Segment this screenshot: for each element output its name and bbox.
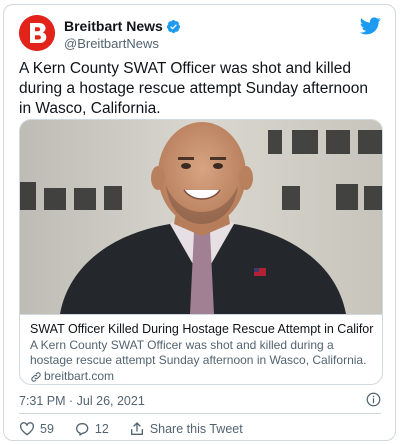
- card-body[interactable]: SWAT Officer Killed During Hostage Rescu…: [20, 314, 382, 384]
- info-icon[interactable]: [366, 392, 381, 407]
- reply-icon: [75, 423, 89, 436]
- twitter-bird-icon[interactable]: [360, 17, 381, 35]
- display-name-text: Breitbart News: [64, 18, 163, 34]
- card-domain[interactable]: breitbart.com: [30, 369, 374, 384]
- card-description: A Kern County SWAT Officer was shot and …: [30, 338, 367, 367]
- tweet-header: Breitbart News @BreitbartNews: [19, 15, 381, 55]
- reply-button[interactable]: 12: [74, 421, 109, 437]
- heart-icon: [19, 422, 35, 436]
- reply-count: 12: [94, 422, 109, 436]
- account-handle[interactable]: @BreitbartNews: [64, 36, 181, 52]
- verified-badge-icon: [166, 19, 180, 34]
- avatar[interactable]: [19, 15, 55, 51]
- like-count: 59: [40, 422, 54, 436]
- share-button[interactable]: Share this Tweet: [129, 421, 243, 437]
- card-domain-text: breitbart.com: [44, 369, 115, 383]
- link-card[interactable]: SWAT Officer Killed During Hostage Rescu…: [19, 119, 383, 385]
- display-name[interactable]: Breitbart News: [64, 18, 181, 35]
- tweet-meta: 7:31 PM · Jul 26, 2021: [19, 392, 381, 410]
- card-image[interactable]: [20, 120, 382, 314]
- tweet-timestamp[interactable]: 7:31 PM · Jul 26, 2021: [19, 394, 145, 408]
- link-icon: [31, 371, 41, 382]
- tweet-actions: 59 12 Share this Tweet: [19, 419, 381, 439]
- share-icon: [130, 422, 143, 435]
- card-title[interactable]: SWAT Officer Killed During Hostage Rescu…: [30, 321, 374, 337]
- like-button[interactable]: 59: [19, 421, 54, 437]
- tweet-card[interactable]: Breitbart News @BreitbartNews A Kern Cou…: [3, 4, 396, 441]
- divider: [19, 413, 381, 414]
- tweet-text: A Kern County SWAT Officer was shot and …: [19, 60, 368, 117]
- share-label: Share this Tweet: [149, 422, 243, 436]
